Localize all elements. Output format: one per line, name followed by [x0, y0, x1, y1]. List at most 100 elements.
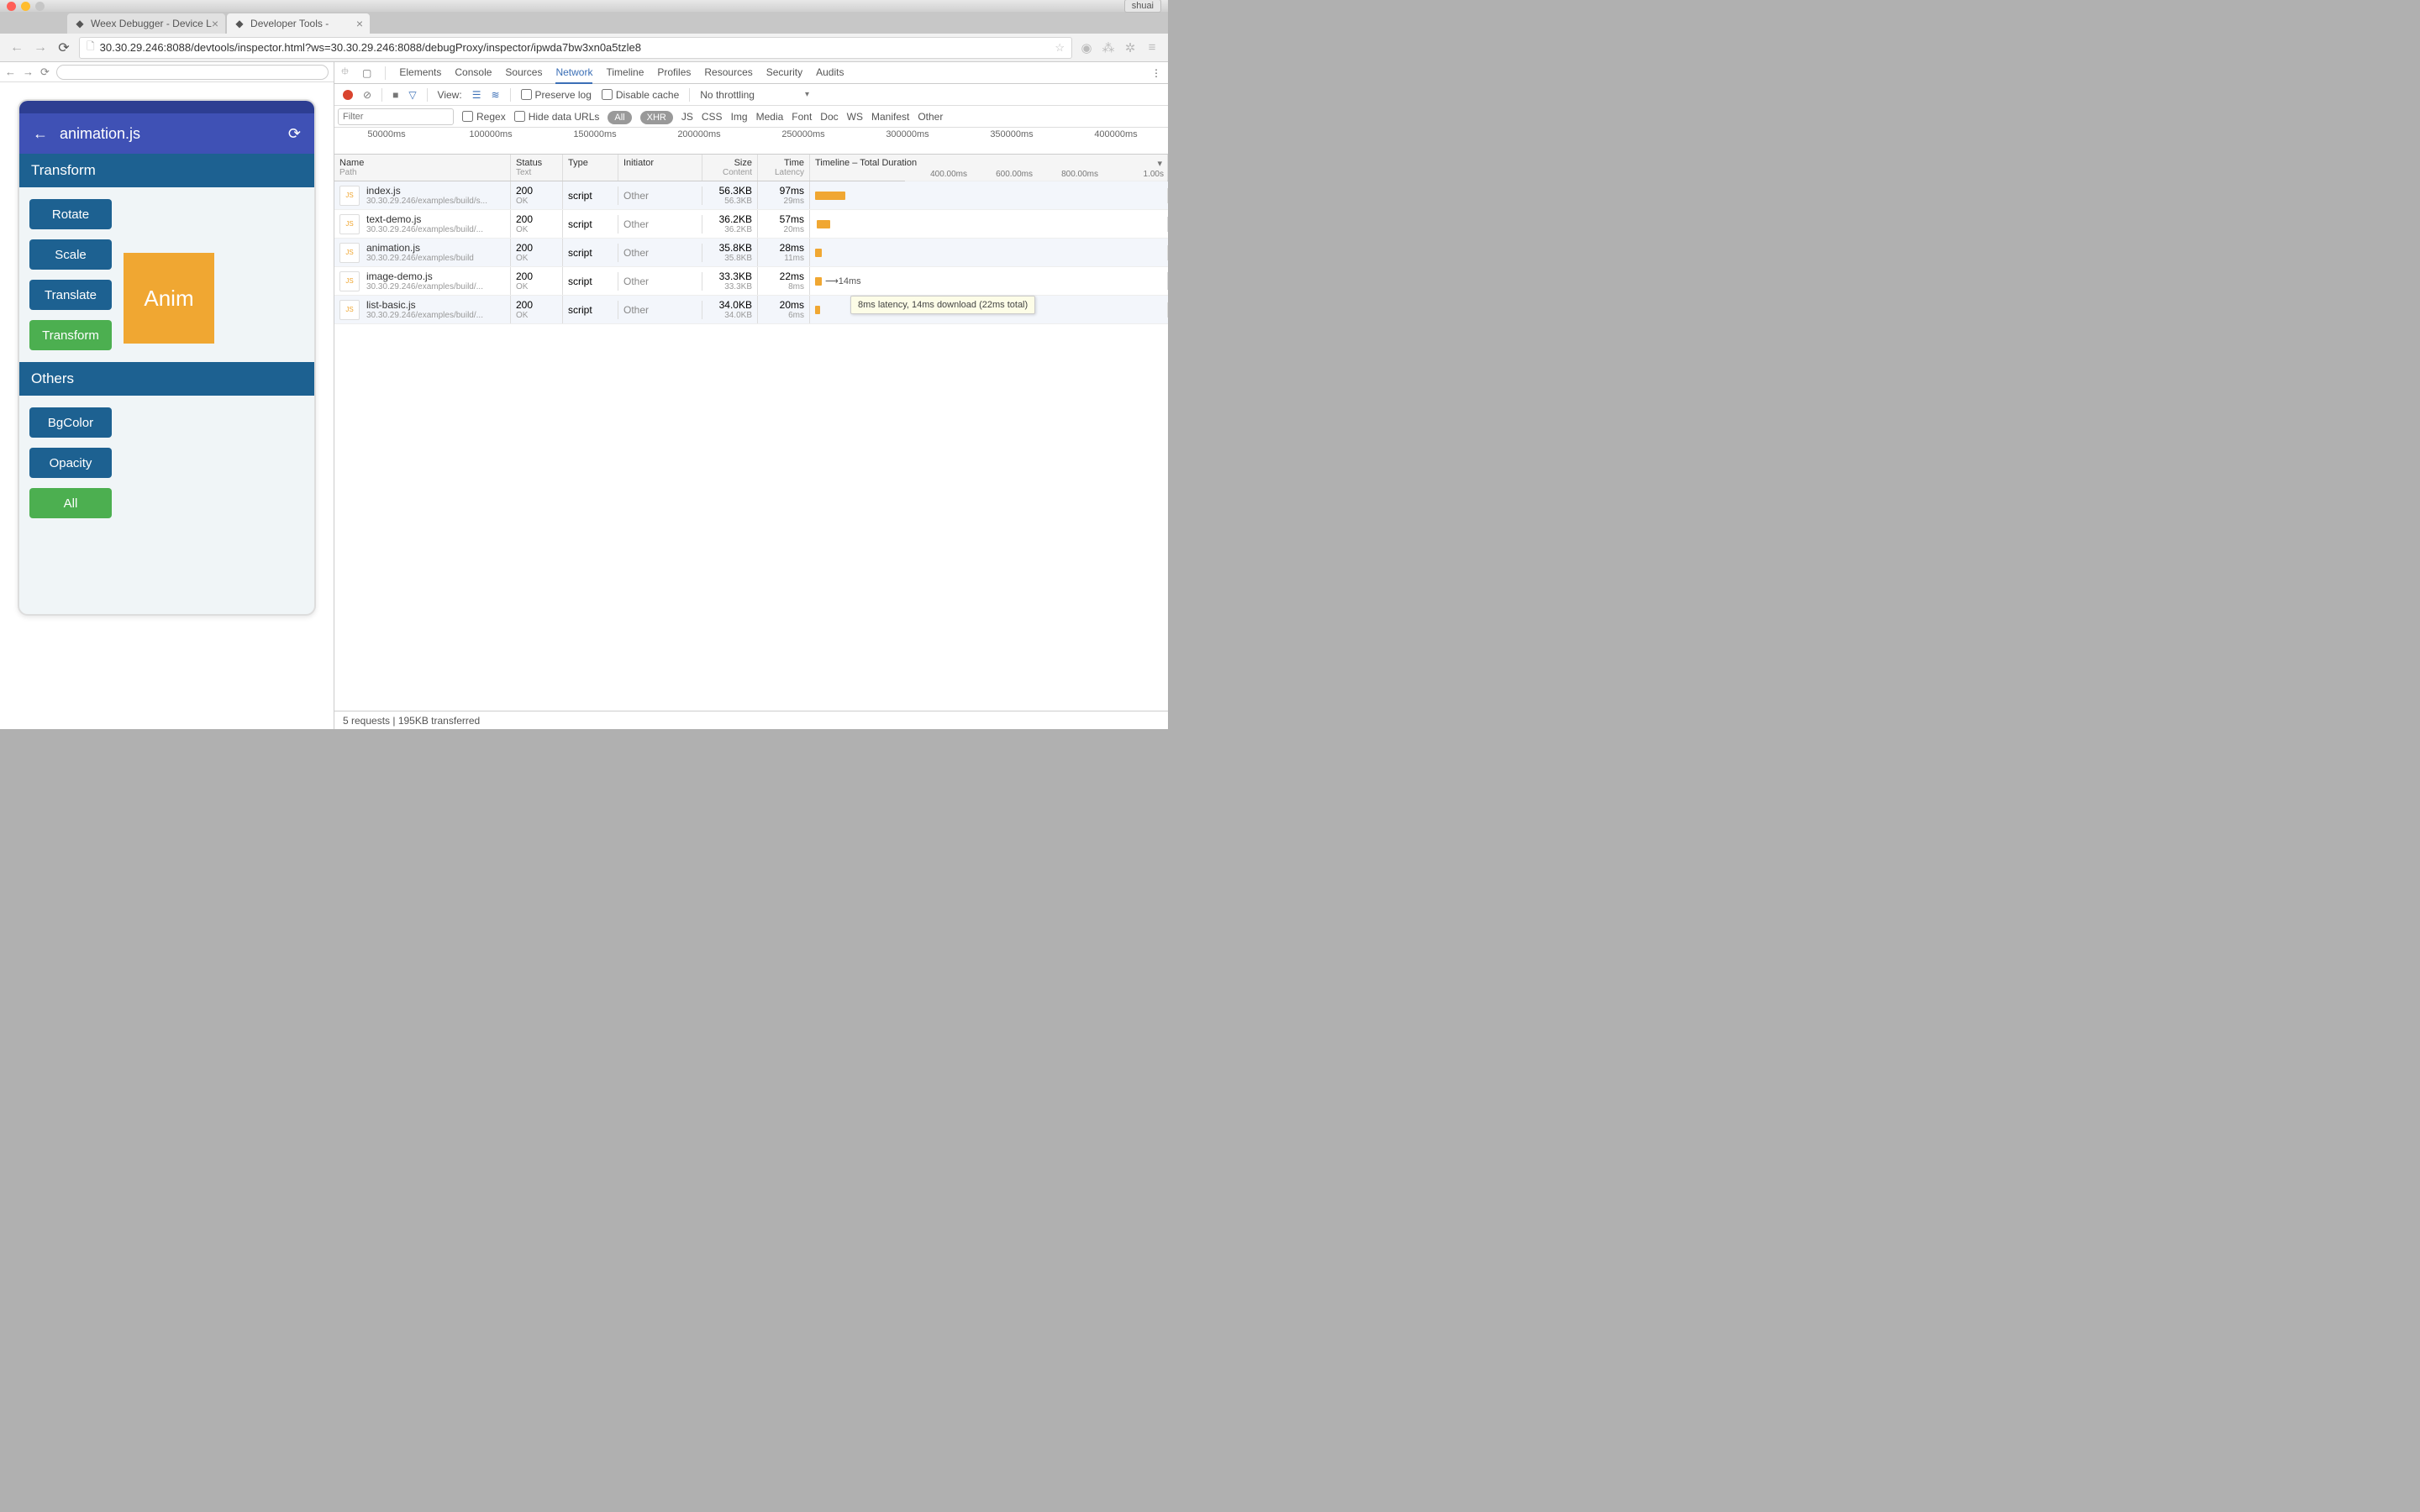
filter-manifest[interactable]: Manifest: [871, 111, 909, 123]
close-icon[interactable]: ×: [356, 17, 363, 30]
overview-tick: 200000ms: [647, 128, 751, 154]
filter-img[interactable]: Img: [731, 111, 748, 123]
tab-sources[interactable]: Sources: [505, 62, 542, 84]
tab-audits[interactable]: Audits: [816, 62, 844, 84]
favicon-icon: ◆: [234, 18, 245, 29]
minimize-icon[interactable]: [21, 2, 30, 11]
forward-icon[interactable]: →: [32, 40, 49, 55]
all-button[interactable]: All: [29, 488, 112, 518]
inspect-icon[interactable]: ⯐: [341, 64, 349, 81]
app-title: animation.js: [60, 125, 140, 143]
maximize-icon[interactable]: [35, 2, 45, 11]
translate-button[interactable]: Translate: [29, 280, 112, 310]
filter-ws[interactable]: WS: [847, 111, 863, 123]
extension-icon[interactable]: ✲: [1123, 40, 1138, 55]
traffic-lights: [7, 2, 45, 11]
tab-profiles[interactable]: Profiles: [657, 62, 691, 84]
scale-button[interactable]: Scale: [29, 239, 112, 270]
anim-box: Anim: [124, 253, 214, 344]
overview-tick: 250000ms: [751, 128, 855, 154]
tab-security[interactable]: Security: [766, 62, 802, 84]
disable-cache-checkbox[interactable]: Disable cache: [602, 89, 679, 101]
close-icon[interactable]: [7, 2, 16, 11]
back-icon[interactable]: ←: [5, 66, 16, 78]
rotate-button[interactable]: Rotate: [29, 199, 112, 229]
filter-xhr[interactable]: XHR: [640, 111, 673, 124]
preview-toolbar: ← → ⟳: [0, 62, 334, 82]
table-row[interactable]: JSimage-demo.js30.30.29.246/examples/bui…: [334, 267, 1168, 296]
opacity-button[interactable]: Opacity: [29, 448, 112, 478]
tab-network[interactable]: Network: [555, 62, 592, 84]
more-icon[interactable]: ⋮: [1151, 67, 1161, 79]
camera-icon[interactable]: ■: [392, 89, 398, 101]
filter-all[interactable]: All: [608, 111, 631, 124]
table-header: NamePath StatusText Type Initiator SizeC…: [334, 155, 1168, 181]
record-icon[interactable]: [343, 90, 353, 100]
throttling-select[interactable]: No throttling: [700, 89, 809, 101]
overview-tick: 400000ms: [1064, 128, 1168, 154]
tab-console[interactable]: Console: [455, 62, 492, 84]
globe-icon: 🗋: [87, 39, 95, 56]
profile-button[interactable]: shuai: [1124, 0, 1161, 13]
tab-weex-debugger[interactable]: ◆ Weex Debugger - Device L ×: [67, 13, 225, 34]
table-row[interactable]: JSindex.js30.30.29.246/examples/build/s.…: [334, 181, 1168, 210]
browser-tabs: ◆ Weex Debugger - Device L × ◆ Developer…: [0, 12, 1168, 34]
filter-doc[interactable]: Doc: [820, 111, 838, 123]
filter-icon[interactable]: ▽: [408, 89, 416, 101]
overview-tick: 150000ms: [543, 128, 647, 154]
timeline-tick: 400.00ms: [905, 168, 971, 181]
filter-font[interactable]: Font: [792, 111, 812, 123]
preview-url-input[interactable]: [56, 65, 329, 80]
waterfall-icon[interactable]: ≋: [491, 89, 499, 101]
device-statusbar: [19, 101, 314, 113]
hide-data-urls-checkbox[interactable]: Hide data URLs: [514, 111, 600, 123]
tab-developer-tools[interactable]: ◆ Developer Tools - ×: [227, 13, 370, 34]
url-text: 30.30.29.246:8088/devtools/inspector.htm…: [100, 41, 641, 54]
filter-css[interactable]: CSS: [702, 111, 723, 123]
filter-media[interactable]: Media: [756, 111, 784, 123]
extension-icon[interactable]: ◉: [1079, 40, 1094, 55]
preserve-log-checkbox[interactable]: Preserve log: [521, 89, 592, 101]
url-input[interactable]: 🗋 30.30.29.246:8088/devtools/inspector.h…: [79, 37, 1072, 59]
back-icon[interactable]: ←: [33, 125, 48, 143]
tab-title: Weex Debugger - Device L: [91, 18, 212, 29]
app-header: ← animation.js ⟳: [19, 113, 314, 154]
reload-icon[interactable]: ⟳: [40, 66, 50, 79]
timeline-overview[interactable]: 50000ms100000ms150000ms200000ms250000ms 3…: [334, 128, 1168, 155]
devtools-pane: ⯐ ▢ Elements Console Sources Network Timelin…: [334, 62, 1168, 729]
filter-other[interactable]: Other: [918, 111, 943, 123]
reload-icon[interactable]: ⟳: [55, 39, 72, 56]
filter-input[interactable]: [338, 108, 454, 125]
tab-resources[interactable]: Resources: [704, 62, 752, 84]
close-icon[interactable]: ×: [212, 17, 218, 30]
timing-tooltip: 8ms latency, 14ms download (22ms total): [850, 296, 1035, 314]
back-icon[interactable]: ←: [8, 40, 25, 55]
large-rows-icon[interactable]: ☰: [472, 89, 481, 101]
bookmark-icon[interactable]: ☆: [1055, 41, 1065, 55]
menu-icon[interactable]: ≡: [1144, 40, 1160, 55]
clear-icon[interactable]: ⊘: [363, 89, 371, 101]
bgcolor-button[interactable]: BgColor: [29, 407, 112, 438]
extension-icon[interactable]: ⁂: [1101, 40, 1116, 55]
timeline-tick: 1.00s: [1102, 168, 1167, 181]
js-file-icon: JS: [339, 271, 360, 291]
status-bar: 5 requests | 195KB transferred: [334, 711, 1168, 729]
filter-bar: Regex Hide data URLs All XHR JS CSS Img Media…: [334, 106, 1168, 128]
forward-icon[interactable]: →: [23, 66, 34, 78]
device-mode-icon[interactable]: ▢: [362, 67, 371, 79]
filter-js[interactable]: JS: [681, 111, 693, 123]
table-row[interactable]: JSlist-basic.js30.30.29.246/examples/bui…: [334, 296, 1168, 324]
overview-tick: 50000ms: [334, 128, 439, 154]
tab-timeline[interactable]: Timeline: [606, 62, 644, 84]
overview-tick: 100000ms: [439, 128, 543, 154]
devtools-tabs: ⯐ ▢ Elements Console Sources Network Timelin…: [334, 62, 1168, 84]
transform-button[interactable]: Transform: [29, 320, 112, 350]
regex-checkbox[interactable]: Regex: [462, 111, 506, 123]
table-row[interactable]: JSanimation.js30.30.29.246/examples/buil…: [334, 239, 1168, 267]
js-file-icon: JS: [339, 300, 360, 320]
tab-elements[interactable]: Elements: [399, 62, 441, 84]
overview-tick: 350000ms: [960, 128, 1064, 154]
favicon-icon: ◆: [74, 18, 86, 29]
table-row[interactable]: JStext-demo.js30.30.29.246/examples/buil…: [334, 210, 1168, 239]
refresh-icon[interactable]: ⟳: [288, 125, 301, 143]
